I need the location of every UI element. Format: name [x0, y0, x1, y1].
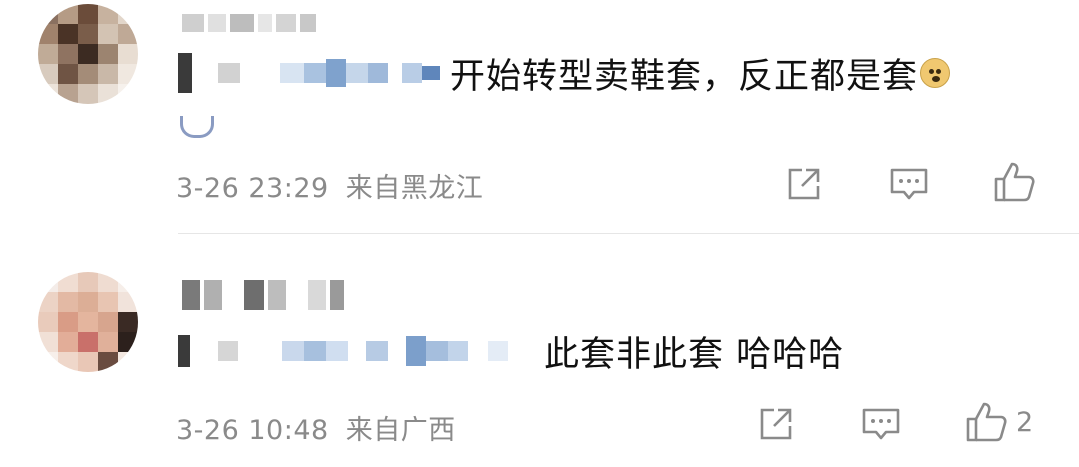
comment-meta: 3-26 23:29 来自黑龙江 [176, 166, 483, 205]
comment-item: 此套非此套 哈哈哈 3-26 10:48 来自广西 2 [0, 236, 1079, 467]
blurred-mention [178, 53, 440, 93]
blurred-avatar-mosaic [38, 272, 138, 372]
comment-location: 来自广西 [345, 415, 456, 446]
blurred-mention [178, 335, 534, 367]
avatar[interactable] [38, 4, 138, 104]
comment-text: 此套非此套 哈哈哈 [544, 334, 845, 375]
reply-button[interactable] [888, 164, 930, 204]
comment-content: 开始转型卖鞋套，反正都是套 [178, 48, 951, 98]
share-button[interactable] [756, 404, 796, 444]
share-button[interactable] [784, 164, 824, 204]
comment-time: 3-26 10:48 [176, 415, 329, 446]
share-icon [788, 168, 820, 200]
like-count: 2 [1016, 406, 1034, 438]
thumbs-up-icon [966, 402, 1007, 442]
blurred-username[interactable] [182, 280, 344, 310]
like-button[interactable]: 2 [964, 400, 1033, 444]
comment-divider [178, 233, 1079, 234]
blurred-badge-icon [180, 116, 214, 138]
comment-item: 开始转型卖鞋套，反正都是套 3-26 23:29 来自黑龙江 [0, 0, 1079, 234]
comment-content: 此套非此套 哈哈哈 [178, 326, 844, 376]
comment-icon [890, 168, 928, 200]
reply-button[interactable] [860, 404, 902, 444]
comment-meta: 3-26 10:48 来自广西 [176, 408, 456, 447]
comment-icon [862, 408, 900, 440]
like-button[interactable] [992, 160, 1044, 204]
comment-text: 开始转型卖鞋套，反正都是套 [450, 56, 919, 97]
comment-location: 来自黑龙江 [345, 173, 484, 204]
thumbs-up-icon [994, 162, 1035, 202]
share-icon [760, 408, 792, 440]
doge-emoji-icon [920, 58, 951, 88]
blurred-username[interactable] [182, 14, 316, 32]
comment-time: 3-26 23:29 [176, 173, 329, 204]
avatar[interactable] [38, 272, 138, 372]
blurred-avatar-mosaic [38, 4, 138, 104]
